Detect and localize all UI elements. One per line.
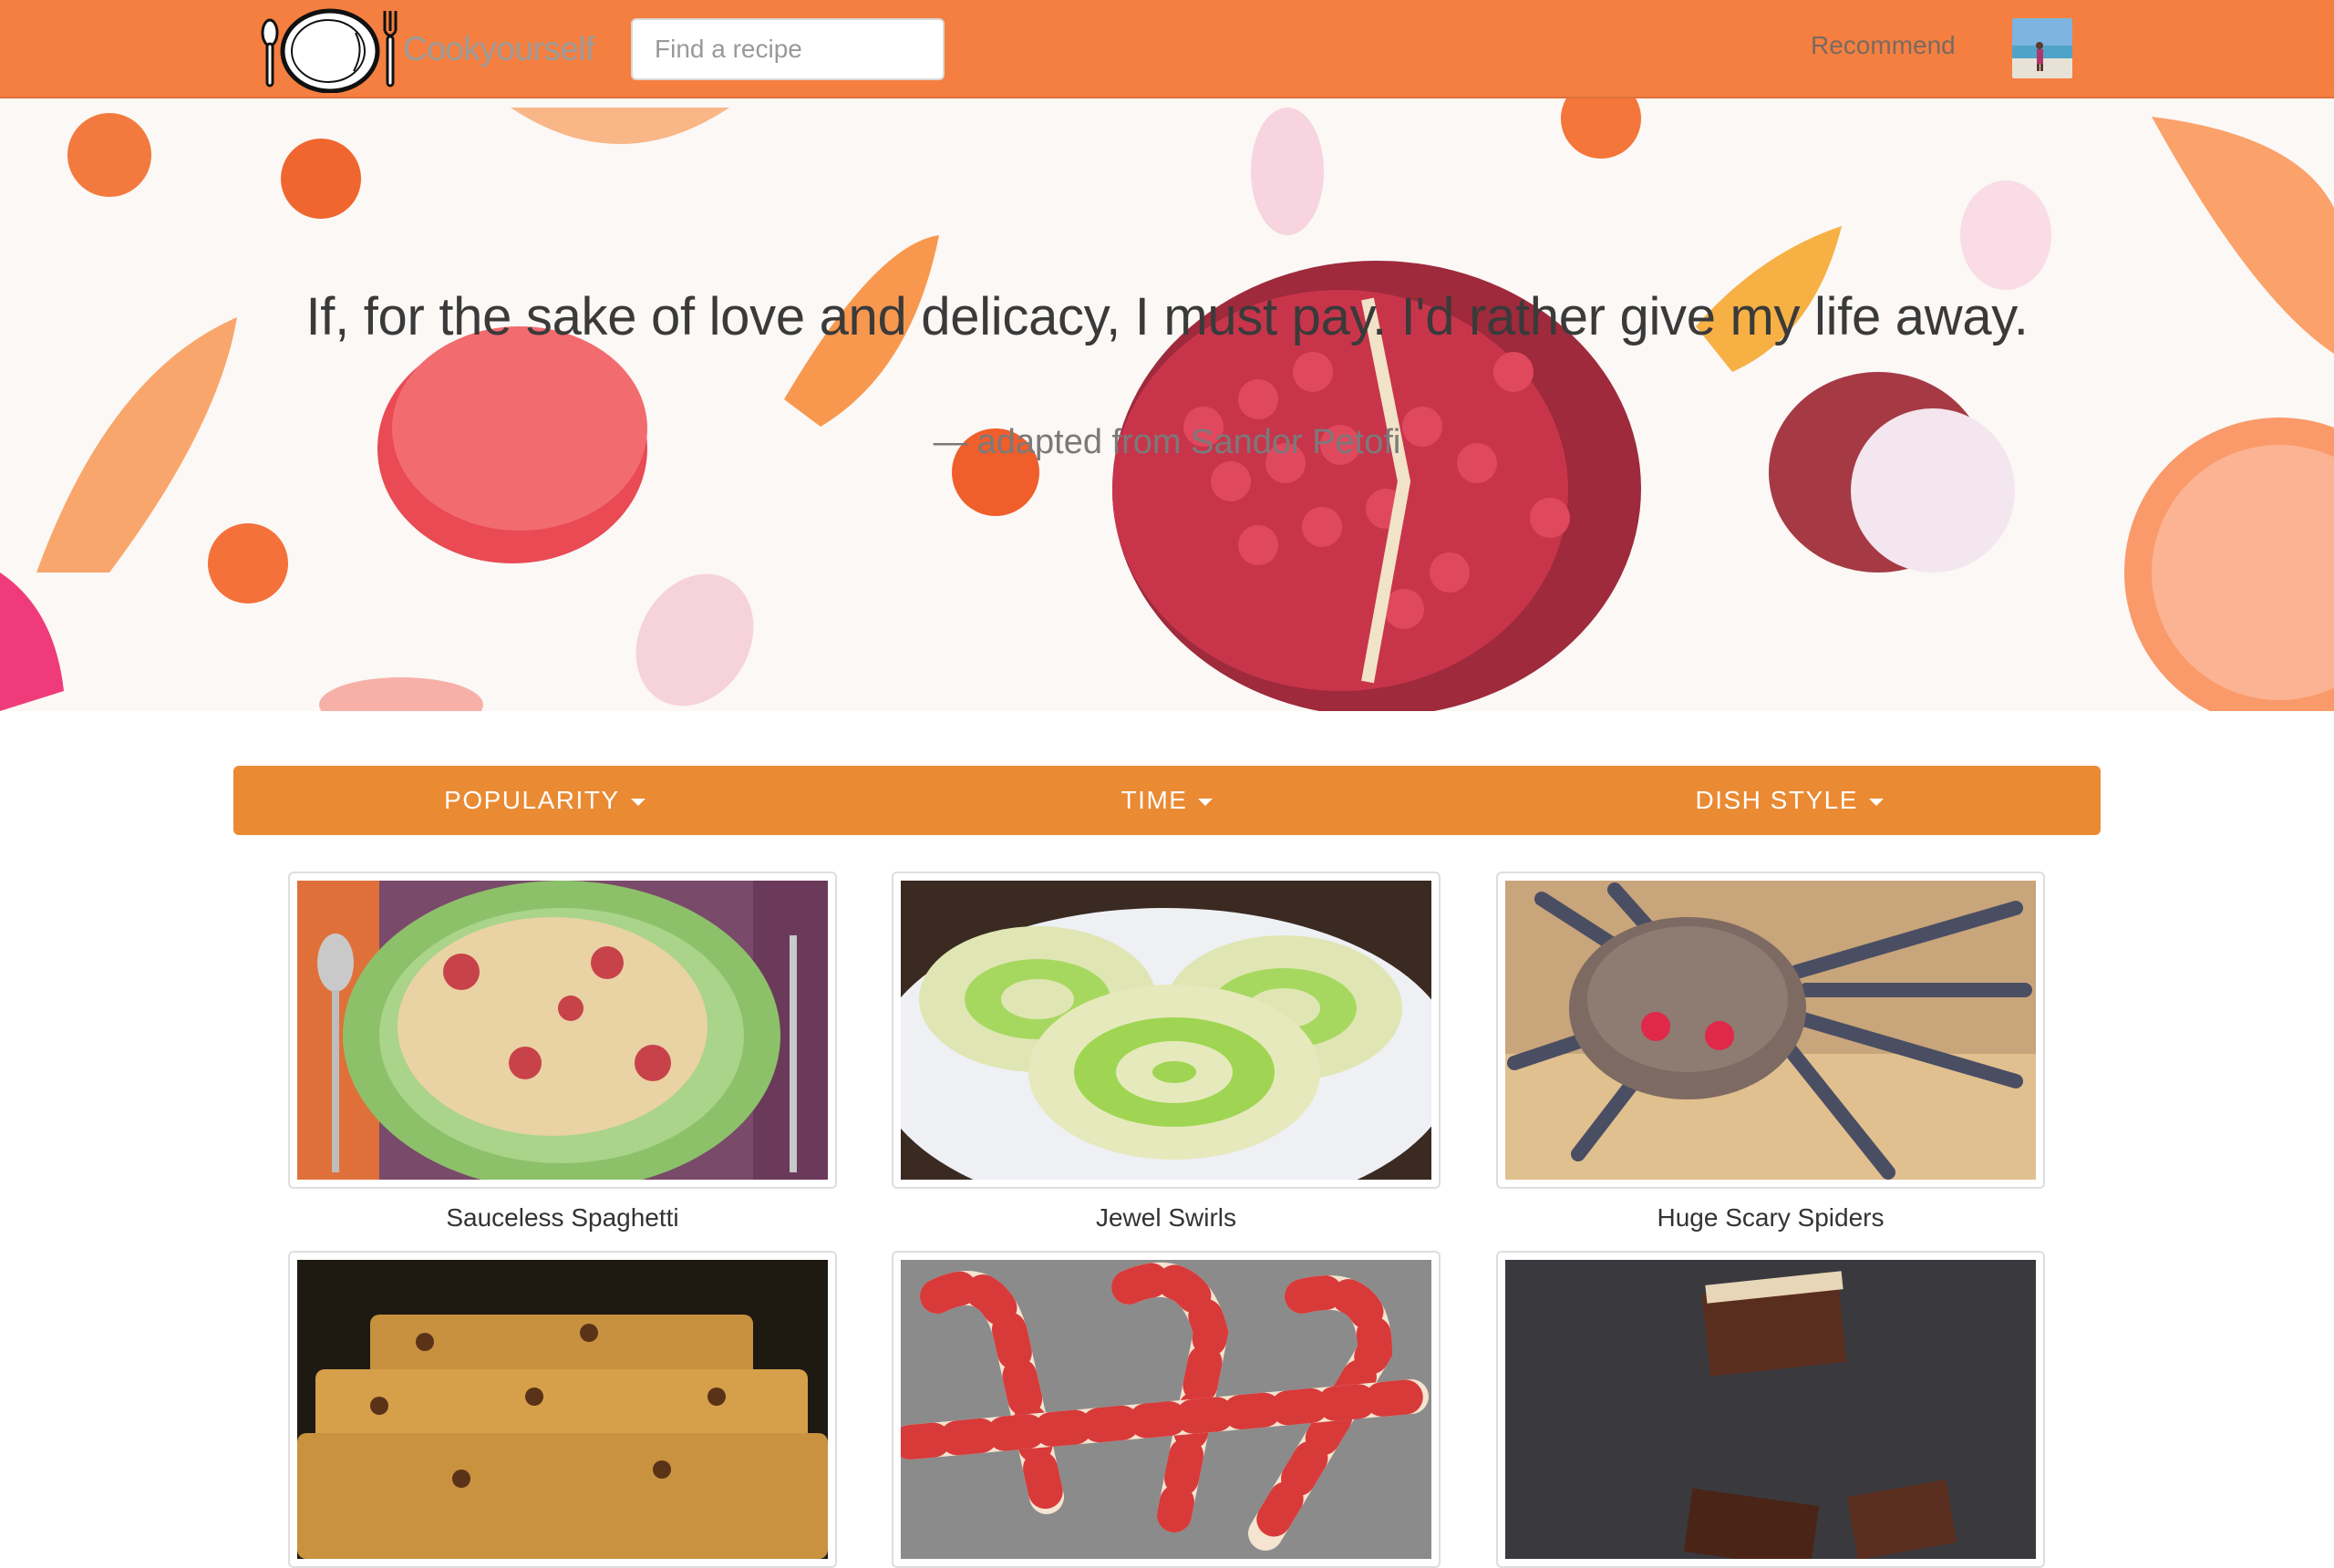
navbar: Cookyourself Recommend [0,0,2334,98]
recipe-image-spiders [1505,881,2036,1180]
search-input[interactable] [631,18,945,80]
recipe-image-chocolate-slices [1505,1260,2036,1559]
filter-popularity[interactable]: POPULARITY [233,766,856,835]
recipe-card[interactable] [892,872,1441,1189]
plate-fork-spoon-icon [261,8,398,93]
recipe-title[interactable]: Huge Scary Spiders [1496,1203,2045,1233]
brand-name[interactable]: Cookyourself [403,30,594,68]
caret-down-icon [1868,799,1884,806]
filter-popularity-label: POPULARITY [444,786,620,814]
recipe-image-spaghetti [297,881,828,1180]
filter-dish-style-label: DISH STYLE [1695,786,1858,814]
hero-banner: If, for the sake of love and delicacy, I… [0,98,2334,711]
recipe-image-candy-cane-cookies [901,1260,1431,1559]
filter-time-label: TIME [1121,786,1188,814]
recipe-image-jewel-swirls [901,881,1431,1180]
recipe-card[interactable] [288,872,837,1189]
hero-quote: If, for the sake of love and delicacy, I… [305,287,2029,346]
fruit-background-image [0,98,2334,711]
recipe-card[interactable] [892,1251,1441,1568]
brand-logo[interactable]: Cookyourself [257,5,640,93]
recipe-card[interactable] [1496,872,2045,1189]
caret-down-icon [630,799,645,806]
caret-down-icon [1198,799,1213,806]
hero-attribution: — adapted from Sandor Petofi [0,423,2334,462]
recommend-link[interactable]: Recommend [1811,31,1956,60]
attribution-text: adapted from Sandor Petofi [976,423,1401,461]
recipe-image-chocolate-chip-bars [297,1260,828,1559]
user-avatar[interactable] [2012,18,2072,78]
recipe-title[interactable]: Sauceless Spaghetti [288,1203,837,1233]
recipe-card[interactable] [1496,1251,2045,1568]
attribution-dash: — [933,423,968,461]
recipe-title[interactable]: Jewel Swirls [892,1203,1441,1233]
recipe-card[interactable] [288,1251,837,1568]
filter-time[interactable]: TIME [856,766,1479,835]
filter-dish-style[interactable]: DISH STYLE [1478,766,2101,835]
filter-bar: POPULARITY TIME DISH STYLE [233,766,2101,835]
